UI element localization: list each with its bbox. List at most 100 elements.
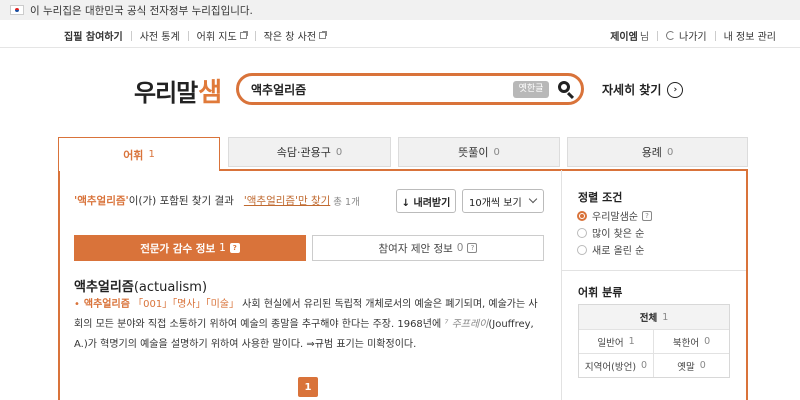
nav-vocab-map-label: 어휘 지도 [196,32,237,43]
sort-option-newest[interactable]: 새로 올린 순 [577,242,644,257]
sidebar-separator [562,270,746,271]
class-count: 0 [704,336,711,347]
tab-count: 0 [666,146,674,158]
external-link-icon [239,31,248,39]
sort-option-popular[interactable]: 많이 찾은 순 [577,225,644,240]
tab-proverbs[interactable]: 속담·관용구 0 [228,137,391,167]
nav-small-window[interactable]: 작은 창 사전 [263,28,328,43]
tab-count: 1 [148,149,155,160]
nav-separator [657,30,659,41]
class-label: 옛말 [677,361,695,373]
search-box: 액추얼리즘 옛한글 [236,73,584,105]
nav-separator [254,30,256,41]
search-icon-handle [566,91,575,100]
result-total: 총 1개 [333,196,360,208]
tab-label: 뜻풀이 [458,146,489,159]
site-logo[interactable]: 우리말 샘 [134,72,222,109]
tab-contributor-info[interactable]: 참여자 제안 정보 0 ? [312,235,544,261]
search-input[interactable]: 액추얼리즘 [251,81,306,98]
korea-flag-icon [10,5,24,15]
view-count-value: 10개씩 보기 [469,197,522,209]
chevron-right-circle-icon: › [667,81,684,98]
class-north-korean[interactable]: 북한어 0 [654,329,729,353]
nav-dictionary-stats[interactable]: 사전 통계 [140,28,180,43]
class-count: 1 [662,311,669,323]
logout-link[interactable]: 나가기 [666,28,707,43]
download-button[interactable]: ↓ 내려받기 [396,189,456,213]
advanced-search-label: 자세히 찾기 [602,83,662,97]
tab-definitions[interactable]: 뜻풀이 0 [398,137,560,167]
nav-small-window-label: 작은 창 사전 [263,32,317,43]
subtab-label: 전문가 감수 정보 [140,242,216,255]
sort-title: 정렬 조건 [578,191,623,204]
radio-icon [577,244,587,255]
tab-label: 어휘 [123,148,144,162]
gov-banner-text: 이 누리집은 대한민국 공식 전자정부 누리집입니다. [30,4,253,17]
tab-vocabulary[interactable]: 어휘 1 [58,137,220,171]
radio-icon [577,227,587,238]
sort-label: 우리말샘순 [592,212,638,223]
class-count: 0 [699,360,706,371]
sort-label: 많이 찾은 순 [592,229,645,240]
tab-count: 0 [493,146,500,158]
bullet: • [74,299,80,310]
sort-option-urimalsaem[interactable]: 우리말샘순 ? [577,208,652,223]
result-summary: '액추얼리즘' 이(가) 포함된 찾기 결과 '액추얼리즘'만 찾기 총 1개 [74,193,360,208]
user-name: 제이엠 [610,32,638,43]
top-nav: 집필 참여하기 사전 통계 어휘 지도 작은 창 사전 제이엠 님 나가기 내 … [0,24,800,46]
logout-icon [666,31,676,40]
chevron-down-icon [528,194,538,204]
subtab-label: 참여자 제안 정보 [378,242,453,255]
entry-definition: • 액추얼리즘 「001」「명사」「미술」 사회 현실에서 유리된 독립적 개체로… [74,295,544,355]
entry-headword[interactable]: 액추얼리즘(actualism) [74,276,207,295]
classification-title: 어휘 분류 [578,286,623,299]
result-keyword: '액추얼리즘' [74,195,129,207]
tab-expert-info[interactable]: 전문가 감수 정보 1 ? [74,235,306,261]
classification-grid: 전체 1 일반어 1 북한어 0 지역어(방언) 0 옛말 0 [578,304,730,378]
tab-count: 0 [335,146,343,158]
class-label: 일반어 [597,337,624,349]
class-count: 1 [628,336,635,347]
content-frame-left [58,169,60,400]
headword-origin: (actualism) [133,280,208,295]
tab-label: 속담·관용구 [276,146,331,159]
sidebar-divider [561,170,562,400]
nav-separator [130,30,132,41]
nav-separator [187,30,189,41]
tab-examples[interactable]: 용례 0 [567,137,748,167]
logo-accent: 샘 [198,78,222,108]
exact-match-link[interactable]: '액추얼리즘'만 찾기 [244,193,330,208]
old-hangul-button[interactable]: 옛한글 [513,81,549,98]
gov-banner: 이 누리집은 대한민국 공식 전자정부 누리집입니다. [0,0,800,20]
class-label: 북한어 [672,337,700,349]
nav-separator [714,30,716,41]
user-suffix: 님 [639,32,650,43]
class-all[interactable]: 전체 1 [579,305,729,329]
pos-tag: 「명사」 [172,299,206,310]
class-dialect[interactable]: 지역어(방언) 0 [579,353,654,377]
subtab-count: 1 [219,242,226,254]
class-label: 전체 [639,313,658,324]
logout-label: 나가기 [679,32,707,43]
sort-label: 새로 올린 순 [592,246,645,257]
source-ref: ⁷ 주프레이 [444,319,489,330]
external-link-icon [319,31,328,39]
field-tag: 「미술」 [205,299,239,310]
advanced-search-link[interactable]: 자세히 찾기 › [602,81,684,98]
nav-vocab-map[interactable]: 어휘 지도 [196,28,248,43]
class-label: 지역어(방언) [584,361,637,373]
view-count-select[interactable]: 10개씩 보기 [462,189,544,213]
tab-label: 용례 [641,146,662,159]
radio-selected-icon [577,210,587,221]
help-icon[interactable]: ? [642,210,652,221]
page-1-button[interactable]: 1 [298,377,318,397]
class-general[interactable]: 일반어 1 [579,329,654,353]
my-info-link[interactable]: 내 정보 관리 [724,28,776,43]
class-count: 0 [641,360,648,371]
search-button[interactable] [555,79,577,101]
help-icon[interactable]: ? [229,243,240,253]
nav-write-participate[interactable]: 집필 참여하기 [64,28,123,43]
class-archaic[interactable]: 옛말 0 [654,353,729,377]
content-frame-right [746,169,748,400]
help-icon[interactable]: ? [467,243,478,253]
